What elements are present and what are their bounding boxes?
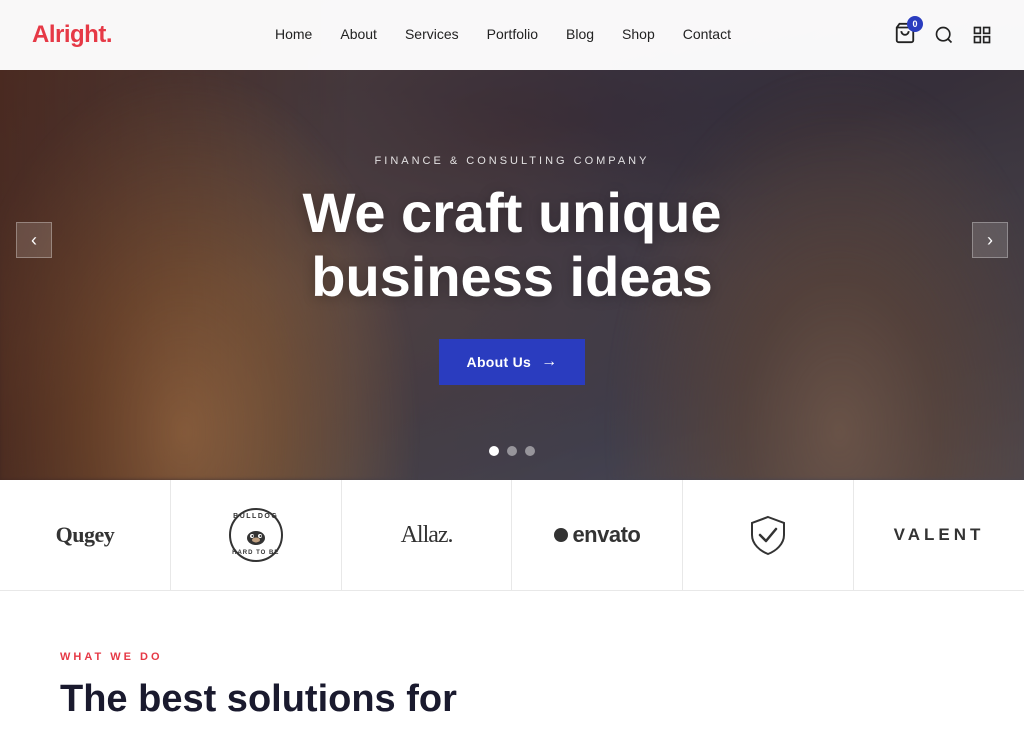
logo-shield[interactable]	[683, 480, 854, 590]
what-title-line1: The best solutions for	[60, 678, 457, 720]
nav-services[interactable]: Services	[405, 26, 459, 42]
cart-badge: 0	[907, 16, 923, 32]
logo-qugey[interactable]: Qugey	[0, 480, 171, 590]
logo-allaz-text: Allaz.	[401, 522, 453, 549]
hero-cta-label: About Us	[467, 354, 532, 370]
search-button[interactable]	[934, 25, 954, 45]
hero-title-line1: We craft unique	[302, 181, 721, 244]
logo-text: Alright	[32, 21, 106, 48]
bulldog-icon	[242, 522, 270, 550]
logo-bulldog-wrap: BULLDOG HARD TO BE	[229, 508, 283, 562]
hero-section: ‹ Finance & Consulting Company We craft …	[0, 0, 1024, 480]
hero-subtitle: Finance & Consulting Company	[375, 155, 650, 167]
hero-cta-arrow-icon: →	[541, 353, 557, 371]
carousel-dots	[489, 446, 535, 456]
logo-envato[interactable]: envato	[512, 480, 683, 590]
logo-valent-text: VALENT	[894, 525, 985, 545]
navbar-icons: 0	[894, 22, 992, 49]
grid-icon	[972, 25, 992, 45]
site-logo[interactable]: Alright.	[32, 21, 112, 49]
carousel-next-button[interactable]: ›	[972, 222, 1008, 258]
carousel-dot-3[interactable]	[525, 446, 535, 456]
nav-contact[interactable]: Contact	[683, 26, 731, 42]
cart-button[interactable]: 0	[894, 22, 916, 49]
logo-shield-icon	[746, 513, 790, 557]
nav-portfolio[interactable]: Portfolio	[487, 26, 538, 42]
logo-envato-text: envato	[572, 522, 640, 548]
hero-title-line2: business ideas	[311, 245, 713, 308]
carousel-prev-button[interactable]: ‹	[16, 222, 52, 258]
logo-bulldog-sub: HARD TO BE	[232, 550, 279, 557]
main-nav: Home About Services Portfolio Blog Shop …	[275, 26, 731, 44]
logos-strip: Qugey BULLDOG HARD TO BE	[0, 480, 1024, 591]
logo-dot: .	[106, 21, 112, 48]
search-icon	[934, 25, 954, 45]
nav-home[interactable]: Home	[275, 26, 312, 42]
hero-title: We craft unique business ideas	[302, 181, 721, 310]
nav-shop[interactable]: Shop	[622, 26, 655, 42]
carousel-prev-icon: ‹	[31, 230, 37, 251]
logo-bulldog-circle: BULLDOG HARD TO BE	[229, 508, 283, 562]
logo-qugey-text: Qugey	[56, 522, 115, 548]
hero-content: Finance & Consulting Company We craft un…	[0, 30, 1024, 480]
carousel-next-icon: ›	[987, 230, 993, 251]
hero-cta-button[interactable]: About Us →	[439, 339, 586, 385]
carousel-dot-2[interactable]	[507, 446, 517, 456]
grid-menu-button[interactable]	[972, 25, 992, 45]
envato-dot-icon	[554, 528, 568, 542]
logo-bulldog[interactable]: BULLDOG HARD TO BE	[171, 480, 342, 590]
carousel-dot-1[interactable]	[489, 446, 499, 456]
navbar: Alright. Home About Services Portfolio B…	[0, 0, 1024, 70]
what-we-do-section: What We Do The best solutions for	[0, 591, 1024, 743]
what-label: What We Do	[60, 651, 964, 663]
what-title: The best solutions for	[60, 677, 964, 723]
logo-allaz[interactable]: Allaz.	[342, 480, 513, 590]
nav-about[interactable]: About	[340, 26, 377, 42]
nav-blog[interactable]: Blog	[566, 26, 594, 42]
logo-valent[interactable]: VALENT	[854, 480, 1024, 590]
logo-envato-wrap: envato	[554, 522, 640, 548]
bulldog-face-icon	[244, 526, 268, 546]
logo-bulldog-text: BULLDOG	[233, 513, 278, 521]
